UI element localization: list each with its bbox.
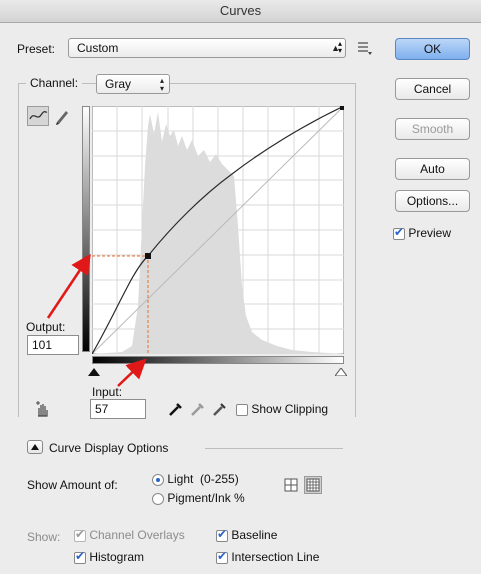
intersection-line-check-icon [216,549,228,564]
channel-overlays-check-icon [74,527,86,542]
channel-overlays-label: Channel Overlays [89,528,185,542]
show-clipping-checkbox[interactable]: Show Clipping [236,402,328,416]
hand-adjust-icon[interactable] [34,400,52,418]
baseline-check-icon [216,527,228,542]
show-clipping-label: Show Clipping [251,402,329,416]
baseline-checkbox[interactable]: Baseline [216,527,278,542]
pigment-radio-label: Pigment/Ink % [167,491,245,505]
detailed-grid-icon[interactable] [304,476,322,494]
light-radio[interactable]: Light (0-255) [152,472,239,486]
show-amount-label: Show Amount of: [27,478,118,492]
intersection-line-label: Intersection Line [231,550,320,564]
pigment-radio-icon [152,492,164,505]
light-radio-icon [152,473,164,486]
gray-eyedropper-icon[interactable] [190,401,206,417]
curve-display-options-label: Curve Display Options [49,441,169,455]
white-eyedropper-icon[interactable] [212,401,228,417]
show-clipping-check-icon [236,403,248,416]
black-eyedropper-icon[interactable] [168,401,184,417]
baseline-label: Baseline [231,528,278,542]
pigment-radio[interactable]: Pigment/Ink % [152,491,245,505]
histogram-checkbox[interactable]: Histogram [74,549,145,564]
channel-overlays-checkbox[interactable]: Channel Overlays [74,527,185,542]
simple-grid-icon[interactable] [284,478,298,492]
intersection-line-checkbox[interactable]: Intersection Line [216,549,320,564]
show-label: Show: [27,530,61,544]
input-annotation-arrow [117,358,147,387]
output-annotation-arrow [46,253,91,319]
separator-line [205,448,343,449]
histogram-check-icon [74,549,86,564]
light-radio-label: Light (0-255) [167,472,239,486]
disclosure-icon[interactable] [27,440,43,454]
histogram-label: Histogram [89,550,145,564]
